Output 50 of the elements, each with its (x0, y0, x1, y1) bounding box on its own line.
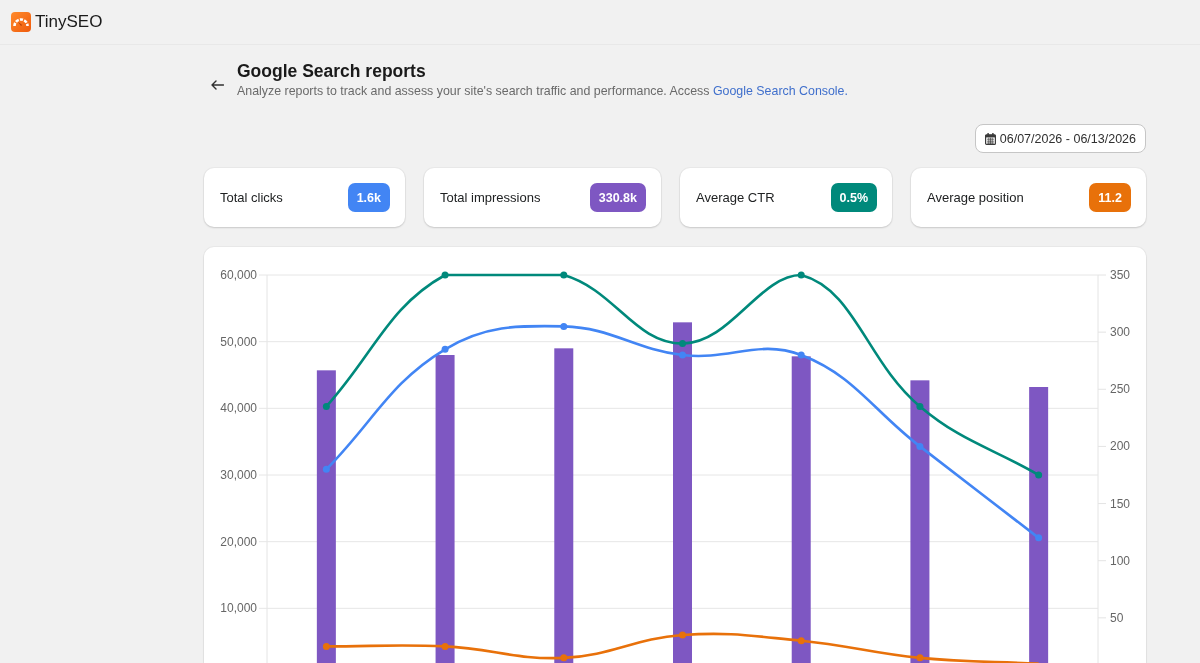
metric-label: Average position (927, 190, 1024, 205)
data-point (679, 340, 686, 348)
console-link[interactable]: Google Search Console. (712, 84, 848, 98)
axis-tick-label: 100 (1110, 553, 1131, 568)
date-range-button[interactable]: 06/07/2026 - 06/13/2026 (974, 124, 1146, 153)
metric-label: Total impressions (440, 190, 541, 205)
app-name: TinySEO (35, 12, 103, 32)
page-subtitle: Analyze reports to track and assess your site's search traffic and performance. Access Google Search Console. (237, 83, 848, 100)
axis-tick-label: 40,000 (220, 401, 257, 416)
data-point (560, 322, 568, 330)
data-point (441, 642, 449, 650)
data-point (560, 654, 568, 662)
calendar-icon (984, 132, 996, 145)
data-point (916, 654, 924, 662)
data-point (679, 351, 686, 359)
metric-value: 1.6k (347, 183, 390, 212)
data-point (797, 637, 805, 645)
axis-tick-label: 300 (1110, 325, 1131, 340)
data-point (322, 402, 330, 410)
data-point (560, 271, 568, 279)
metric-value: 11.2 (1089, 183, 1131, 212)
data-point (1035, 534, 1043, 542)
axis-tick-label: 10,000 (220, 601, 257, 616)
data-point (1035, 471, 1043, 479)
axis-tick-label: 200 (1110, 439, 1131, 454)
axis-tick-label: 30,000 (220, 468, 257, 482)
metric-label: Total clicks (220, 190, 283, 205)
axis-tick-label: 250 (1110, 382, 1131, 397)
data-point (322, 642, 330, 650)
data-point (679, 631, 686, 639)
data-point (916, 402, 924, 410)
metric-value: 330.8k (589, 183, 646, 212)
data-point (322, 465, 330, 473)
data-point (916, 442, 924, 450)
metric-value: 0.5% (830, 183, 877, 212)
page-title: Google Search reports (237, 60, 427, 82)
axis-tick-label: 60,000 (220, 268, 257, 282)
data-point (797, 271, 805, 279)
gauge-icon (11, 12, 31, 32)
arrow-left-icon (211, 80, 224, 90)
axis-tick-label: 350 (1110, 268, 1131, 282)
back-button[interactable] (209, 78, 226, 92)
data-point (797, 351, 805, 359)
data-point (441, 271, 449, 279)
metric-label: Average CTR (696, 190, 775, 205)
data-point (441, 345, 449, 353)
axis-tick-label: 20,000 (220, 534, 257, 549)
axis-tick-label: 150 (1110, 496, 1131, 511)
axis-tick-label: 50 (1110, 610, 1124, 625)
axis-tick-label: 50,000 (220, 334, 257, 349)
